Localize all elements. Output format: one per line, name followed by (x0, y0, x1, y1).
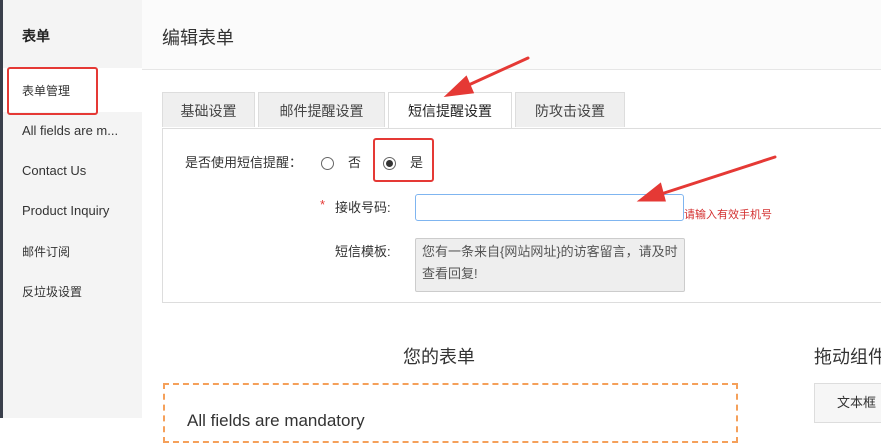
sidebar: 表单 表单管理 All fields are m... Contact Us P… (3, 0, 142, 418)
phone-validation-hint: 请输入有效手机号 (684, 209, 772, 221)
sidebar-title: 表单 (22, 28, 50, 44)
sidebar-item-all-fields[interactable]: All fields are m... (22, 123, 118, 138)
page-title: 编辑表单 (162, 28, 234, 48)
text-field-widget[interactable]: 文本框 (814, 383, 881, 423)
annotation-box-radio-yes (373, 138, 434, 182)
form-preview-dropzone[interactable]: All fields are mandatory (163, 383, 738, 443)
drag-components-title: 拖动组件 (814, 347, 881, 367)
your-form-title: 您的表单 (403, 347, 475, 367)
sidebar-item-newsletter[interactable]: 邮件订阅 (22, 243, 70, 260)
form-preview-text: All fields are mandatory (187, 411, 365, 430)
sidebar-item-product-inquiry[interactable]: Product Inquiry (22, 203, 109, 218)
radio-no-label: 否 (348, 155, 362, 170)
main-header: 编辑表单 (142, 0, 881, 70)
required-mark: * (320, 197, 326, 212)
tab-sms-reminder[interactable]: 短信提醒设置 (388, 92, 512, 129)
sidebar-item-contact-us[interactable]: Contact Us (22, 163, 86, 178)
template-label: 短信模板: (335, 244, 391, 259)
tab-anti-attack[interactable]: 防攻击设置 (515, 92, 625, 127)
sms-toggle-label: 是否使用短信提醒： (185, 155, 303, 170)
phone-label: 接收号码: (335, 200, 391, 215)
sms-template-textarea[interactable]: 您有一条来自{网站网址}的访客留言，请及时查看回复! (415, 238, 685, 292)
tab-basic-settings[interactable]: 基础设置 (162, 92, 255, 127)
annotation-box-sidebar (7, 67, 98, 115)
radio-no[interactable] (321, 157, 334, 170)
phone-number-input[interactable] (415, 194, 684, 221)
app-window: 表单 表单管理 All fields are m... Contact Us P… (0, 0, 881, 443)
tab-email-reminder[interactable]: 邮件提醒设置 (258, 92, 385, 127)
sidebar-item-anti-spam[interactable]: 反垃圾设置 (22, 283, 82, 300)
